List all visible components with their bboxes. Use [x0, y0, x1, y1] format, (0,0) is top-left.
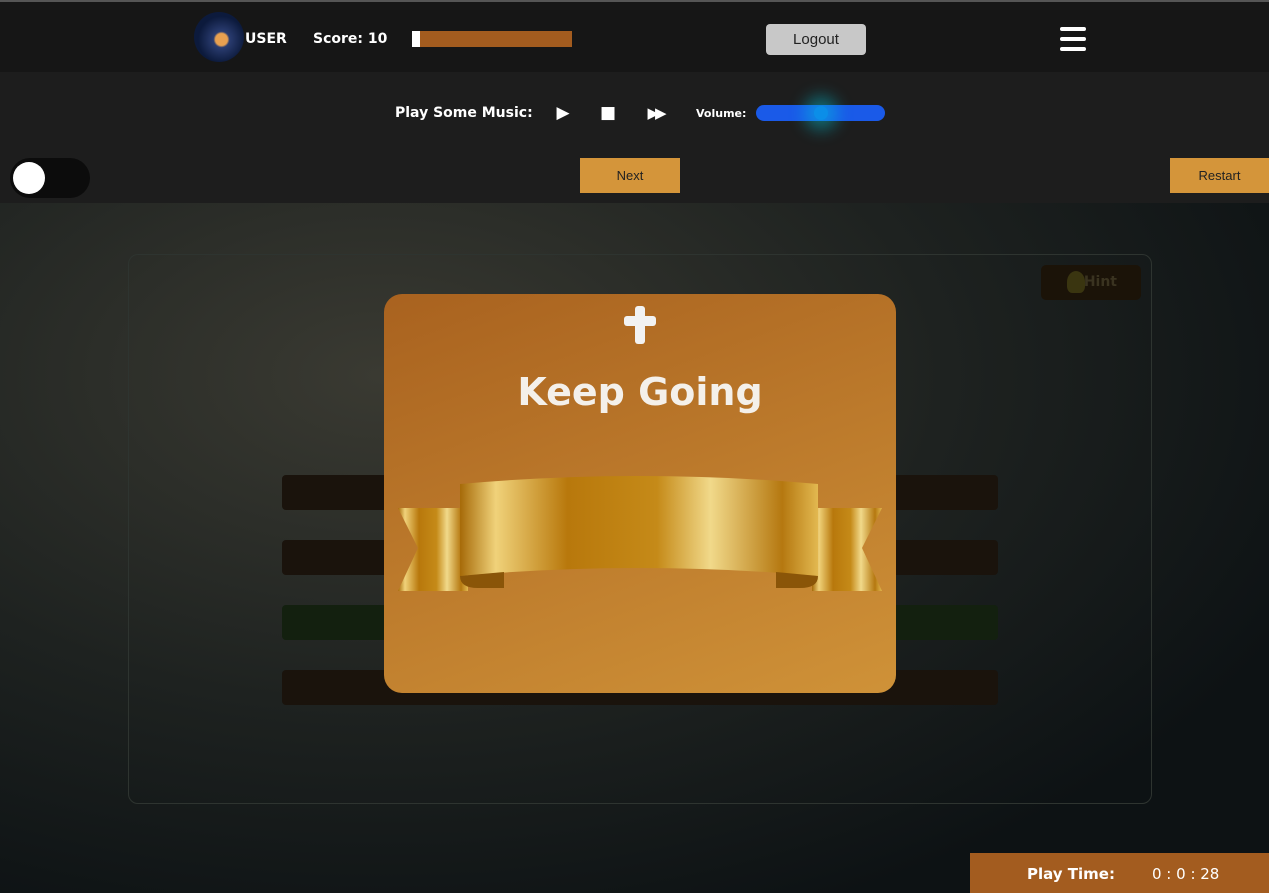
- username: USER: [245, 31, 287, 47]
- avatar[interactable]: [194, 12, 244, 62]
- restart-button[interactable]: Restart: [1170, 158, 1269, 193]
- lightbulb-icon: [1067, 271, 1085, 293]
- progress-fill: [412, 31, 420, 47]
- hint-label: Hint: [1083, 274, 1117, 290]
- modal-title: Keep Going: [517, 370, 763, 414]
- theme-toggle[interactable]: [10, 158, 90, 198]
- hint-button[interactable]: Hint: [1041, 265, 1141, 300]
- gold-ribbon-icon: [398, 476, 882, 591]
- fast-forward-icon[interactable]: ▶▶: [645, 103, 666, 123]
- play-time-label: Play Time:: [1027, 865, 1115, 883]
- logout-button[interactable]: Logout: [766, 24, 866, 55]
- score-progress-bar: [412, 31, 572, 47]
- stop-icon[interactable]: ■: [598, 103, 618, 123]
- cross-icon: [624, 306, 656, 344]
- hamburger-menu-icon[interactable]: [1060, 27, 1086, 51]
- header: USER Score: 10 Logout: [0, 2, 1269, 72]
- volume-slider[interactable]: [756, 105, 885, 121]
- toggle-knob: [13, 162, 45, 194]
- music-label: Play Some Music:: [395, 105, 533, 121]
- play-icon[interactable]: ▶: [553, 103, 573, 123]
- volume-label: Volume:: [696, 107, 747, 120]
- play-time-bar: Play Time: 0 : 0 : 28: [970, 853, 1269, 893]
- volume-thumb[interactable]: [814, 106, 828, 120]
- play-time-value: 0 : 0 : 28: [1152, 865, 1220, 883]
- score: Score: 10: [313, 31, 388, 47]
- result-modal: Keep Going: [384, 294, 896, 693]
- next-button[interactable]: Next: [580, 158, 680, 193]
